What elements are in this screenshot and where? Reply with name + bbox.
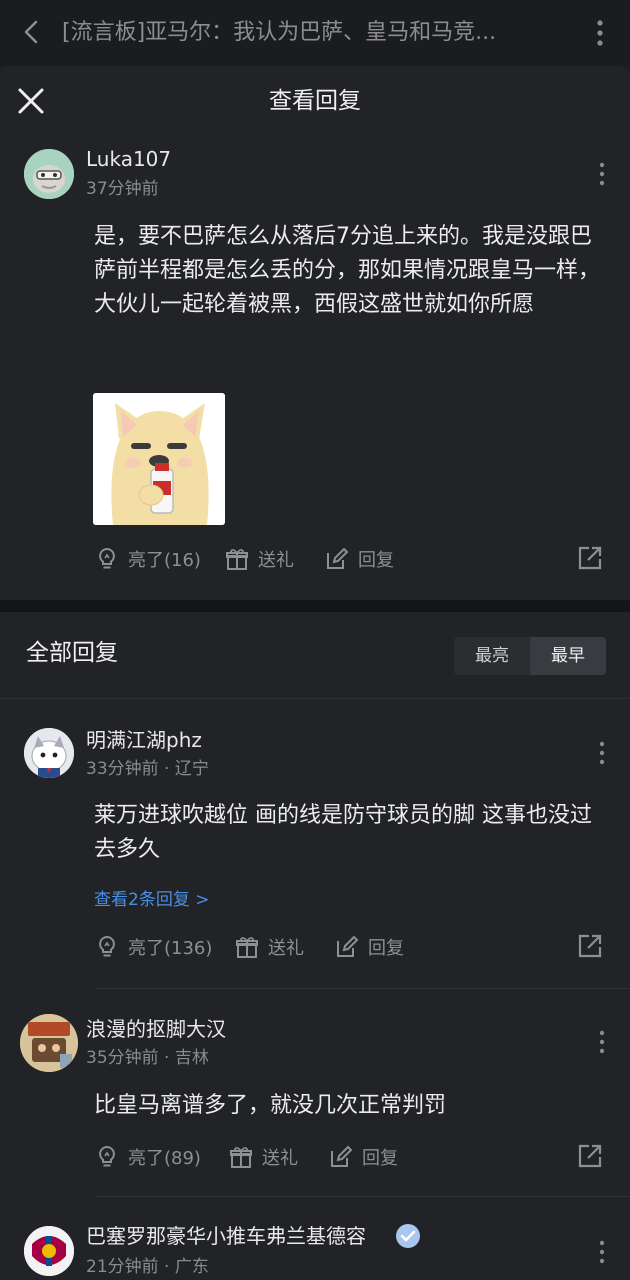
username[interactable]: 浪漫的抠脚大汉 [86,1016,226,1042]
divider [94,988,630,989]
top-bar: [流言板]亚马尔：我认为巴萨、皇马和马竞... [0,0,630,66]
reply-sheet: 查看回复 Luka107 37分钟前 是，要不巴萨怎么从落后7分追上来的。我是没… [0,66,630,1280]
avatar-image-icon [24,149,74,199]
username[interactable]: 明满江湖phz [86,727,202,753]
back-arrow-icon[interactable] [18,18,46,46]
reply-label: 回复 [362,1148,398,1169]
gift-label: 送礼 [262,1148,298,1169]
comment-meta: 33分钟前 · 辽宁 [86,759,209,779]
edit-icon [327,547,349,569]
sheet-title: 查看回复 [269,88,361,114]
edit-icon [331,1145,353,1167]
avatar-image-icon [24,1226,74,1276]
more-options-icon[interactable] [594,161,610,187]
verified-badge-icon [396,1224,420,1248]
share-icon[interactable] [576,1142,604,1170]
gift-label: 送礼 [268,938,304,959]
lightbulb-icon [99,547,115,569]
like-count: 亮了(136) [128,938,213,959]
comment-text: 比皇马离谱多了，就没几次正常判罚 [94,1093,447,1118]
like-button[interactable]: 亮了(16) [94,544,201,574]
like-count: 亮了(16) [128,550,201,571]
divider [94,1196,630,1197]
avatar[interactable] [24,1226,74,1276]
reply-label: 回复 [368,938,404,959]
gift-icon [230,1147,252,1168]
reply-button[interactable]: 回复 [328,1142,398,1172]
avatar-image-icon [20,1014,78,1072]
comment-meta: 21分钟前 · 广东 [86,1257,209,1277]
more-options-icon[interactable] [594,1239,610,1265]
gift-icon [236,937,258,958]
divider [0,698,630,699]
comment-text: 莱万进球吹越位 画的线是防守球员的脚 这事也没过去多久 [94,803,592,862]
gift-button[interactable]: 送礼 [228,1142,298,1172]
lightbulb-icon [99,935,115,957]
share-icon[interactable] [576,544,604,572]
comment-meta: 35分钟前 · 吉林 [86,1048,209,1068]
edit-icon [337,935,359,957]
lightbulb-icon [99,1145,115,1167]
gift-label: 送礼 [258,550,294,571]
like-button[interactable]: 亮了(89) [94,1142,201,1172]
gift-icon [226,549,248,570]
share-icon[interactable] [576,932,604,960]
comment-actions: 亮了(16) 送礼 回复 [94,544,610,574]
reply-button[interactable]: 回复 [334,932,404,962]
all-replies-title: 全部回复 [26,640,118,666]
like-button[interactable]: 亮了(136) [94,932,212,962]
comment-time: 37分钟前 [86,179,159,199]
more-vertical-icon[interactable] [588,18,612,48]
gift-button[interactable]: 送礼 [234,932,304,962]
avatar-image-icon [24,728,74,778]
section-divider [0,600,630,612]
comment-actions: 亮了(136) 送礼 回复 [94,932,610,962]
sort-toggle: 最亮 最早 [454,637,606,675]
avatar[interactable] [24,728,74,778]
sticker-image[interactable] [93,393,225,525]
more-options-icon[interactable] [594,1029,610,1055]
sort-option-hot[interactable]: 最亮 [454,637,530,675]
sort-option-earliest[interactable]: 最早 [530,637,606,675]
username[interactable]: Luka107 [86,146,171,172]
like-count: 亮了(89) [128,1148,201,1169]
comment-text: 是，要不巴萨怎么从落后7分追上来的。我是没跟巴萨前半程都是怎么丢的分，那如果情况… [94,224,601,317]
shiba-sticker-icon [93,393,225,525]
avatar[interactable] [20,1014,78,1072]
thread-title[interactable]: [流言板]亚马尔：我认为巴萨、皇马和马竞... [62,18,557,48]
username[interactable]: 巴塞罗那豪华小推车弗兰基德容 [86,1223,366,1249]
reply-label: 回复 [358,550,394,571]
gift-button[interactable]: 送礼 [224,544,294,574]
comment-actions: 亮了(89) 送礼 回复 [94,1142,610,1172]
reply-button[interactable]: 回复 [324,544,394,574]
view-replies-link[interactable]: 查看2条回复 > [94,889,209,911]
more-options-icon[interactable] [594,740,610,766]
avatar[interactable] [24,149,74,199]
